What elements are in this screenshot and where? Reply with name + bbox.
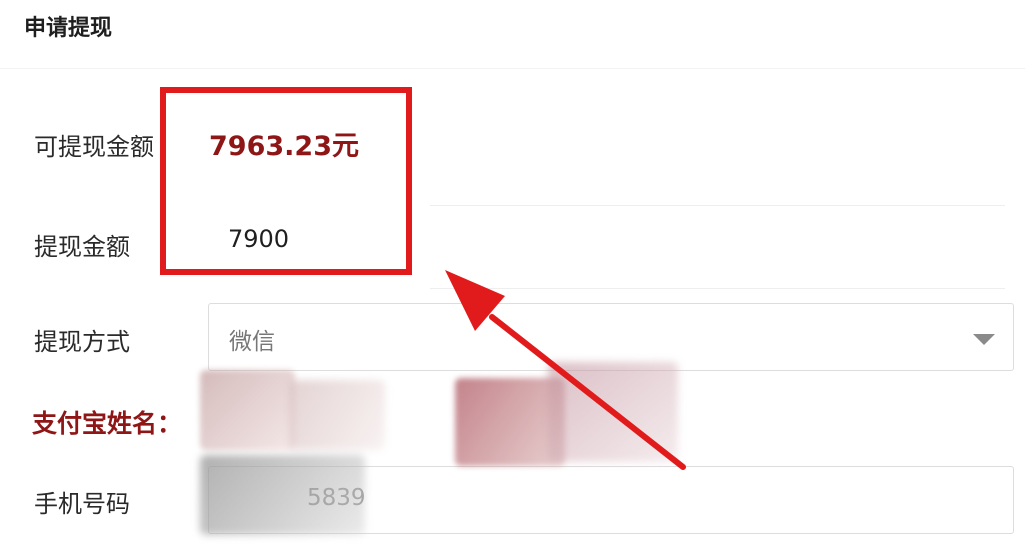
arrow-up-left-icon <box>445 270 686 470</box>
